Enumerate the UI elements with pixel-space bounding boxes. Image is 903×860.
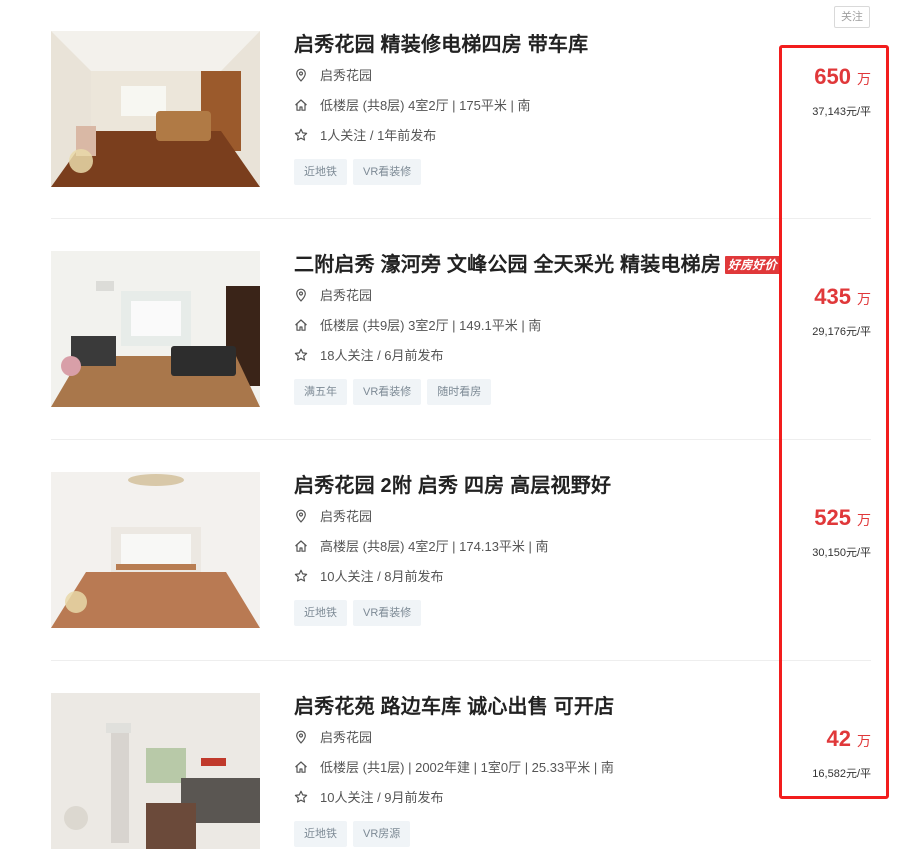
price-value: 42 [826, 726, 851, 751]
follow-button[interactable]: 关注 [834, 6, 870, 28]
tag: VR房源 [353, 821, 411, 847]
price-value: 435 [814, 284, 851, 309]
star-icon [294, 348, 308, 362]
tag: 满五年 [294, 379, 347, 405]
house-info-row: 低楼层 (共8层) 4室2厅 | 175平米 | 南 [294, 97, 530, 115]
listing-item[interactable]: 启秀花园 2附 启秀 四房 高层视野好 启秀花园 高楼层 (共8层) 4室2厅 … [51, 472, 871, 630]
tag-list: 满五年 VR看装修 随时看房 [294, 379, 492, 405]
price-unit: 万 [857, 291, 871, 307]
community-link[interactable]: 启秀花园 [320, 509, 372, 524]
tag: 近地铁 [294, 821, 347, 847]
listing-photo[interactable] [51, 472, 260, 628]
price-unit: 万 [857, 512, 871, 528]
house-info-row: 低楼层 (共9层) 3室2厅 | 149.1平米 | 南 [294, 317, 541, 335]
price-unit: 万 [857, 733, 871, 749]
location-pin-icon [294, 730, 308, 744]
listing-title[interactable]: 启秀花苑 路边车库 诚心出售 可开店 [294, 690, 614, 719]
listing-photo[interactable] [51, 31, 260, 187]
community-row: 启秀花园 [294, 508, 372, 526]
listing-title[interactable]: 二附启秀 濠河旁 文峰公园 全天采光 精装电梯房 好房好价 [294, 248, 780, 277]
house-info: 低楼层 (共8层) 4室2厅 | 175平米 | 南 [320, 98, 531, 113]
listing-item[interactable]: 二附启秀 濠河旁 文峰公园 全天采光 精装电梯房 好房好价 启秀花园 低楼层 (共… [51, 251, 871, 409]
house-info: 高楼层 (共8层) 4室2厅 | 174.13平米 | 南 [320, 539, 549, 554]
tag-list: 近地铁 VR看装修 [294, 159, 422, 185]
tag: VR看装修 [353, 379, 422, 405]
listing-title[interactable]: 启秀花园 精装修电梯四房 带车库 [294, 28, 588, 57]
unit-price: 37,143元/平 [812, 106, 871, 118]
location-pin-icon [294, 288, 308, 302]
total-price: 525 万 [814, 505, 871, 531]
follow-info-row: 10人关注 / 9月前发布 [294, 789, 444, 807]
listing-photo[interactable] [51, 693, 260, 849]
price-value: 525 [814, 505, 851, 530]
tag: VR看装修 [353, 159, 422, 185]
tag: VR看装修 [353, 600, 422, 626]
promo-badge: 好房好价 [725, 256, 780, 274]
price-value: 650 [814, 64, 851, 89]
follow-info: 10人关注 / 8月前发布 [320, 569, 444, 584]
community-link[interactable]: 启秀花园 [320, 730, 372, 745]
location-pin-icon [294, 509, 308, 523]
community-row: 启秀花园 [294, 729, 372, 747]
house-info-row: 高楼层 (共8层) 4室2厅 | 174.13平米 | 南 [294, 538, 549, 556]
divider [51, 439, 871, 440]
house-info-row: 低楼层 (共1层) | 2002年建 | 1室0厅 | 25.33平米 | 南 [294, 759, 614, 777]
community-link[interactable]: 启秀花园 [320, 288, 372, 303]
listing-page: 关注 启秀花园 精装修电梯四房 带车库 启秀花园 低楼层 (共8层) 4室2厅 … [0, 0, 903, 860]
home-icon [294, 318, 308, 332]
divider [51, 660, 871, 661]
listing-item[interactable]: 启秀花园 精装修电梯四房 带车库 启秀花园 低楼层 (共8层) 4室2厅 | 1… [51, 31, 871, 189]
community-row: 启秀花园 [294, 287, 372, 305]
tag-list: 近地铁 VR看装修 [294, 600, 422, 626]
follow-info: 18人关注 / 6月前发布 [320, 348, 444, 363]
unit-price: 30,150元/平 [812, 547, 871, 559]
tag-list: 近地铁 VR房源 [294, 821, 411, 847]
total-price: 650 万 [814, 64, 871, 90]
home-icon [294, 760, 308, 774]
price-unit: 万 [857, 71, 871, 87]
follow-info-row: 1人关注 / 1年前发布 [294, 127, 436, 145]
unit-price: 29,176元/平 [812, 326, 871, 338]
home-icon [294, 539, 308, 553]
follow-info-row: 10人关注 / 8月前发布 [294, 568, 444, 586]
unit-price: 16,582元/平 [812, 768, 871, 780]
community-row: 启秀花园 [294, 67, 372, 85]
follow-info: 10人关注 / 9月前发布 [320, 790, 444, 805]
listing-title[interactable]: 启秀花园 2附 启秀 四房 高层视野好 [294, 469, 611, 498]
star-icon [294, 790, 308, 804]
home-icon [294, 98, 308, 112]
star-icon [294, 128, 308, 142]
community-link[interactable]: 启秀花园 [320, 68, 372, 83]
total-price: 42 万 [827, 726, 871, 752]
total-price: 435 万 [814, 284, 871, 310]
listing-photo[interactable] [51, 251, 260, 407]
follow-info-row: 18人关注 / 6月前发布 [294, 347, 444, 365]
house-info: 低楼层 (共9层) 3室2厅 | 149.1平米 | 南 [320, 318, 542, 333]
tag: 近地铁 [294, 159, 347, 185]
divider [51, 218, 871, 219]
tag: 近地铁 [294, 600, 347, 626]
star-icon [294, 569, 308, 583]
location-pin-icon [294, 68, 308, 82]
tag: 随时看房 [427, 379, 492, 405]
listing-item[interactable]: 启秀花苑 路边车库 诚心出售 可开店 启秀花园 低楼层 (共1层) | 2002… [51, 693, 871, 851]
house-info: 低楼层 (共1层) | 2002年建 | 1室0厅 | 25.33平米 | 南 [320, 760, 614, 775]
follow-info: 1人关注 / 1年前发布 [320, 128, 437, 143]
